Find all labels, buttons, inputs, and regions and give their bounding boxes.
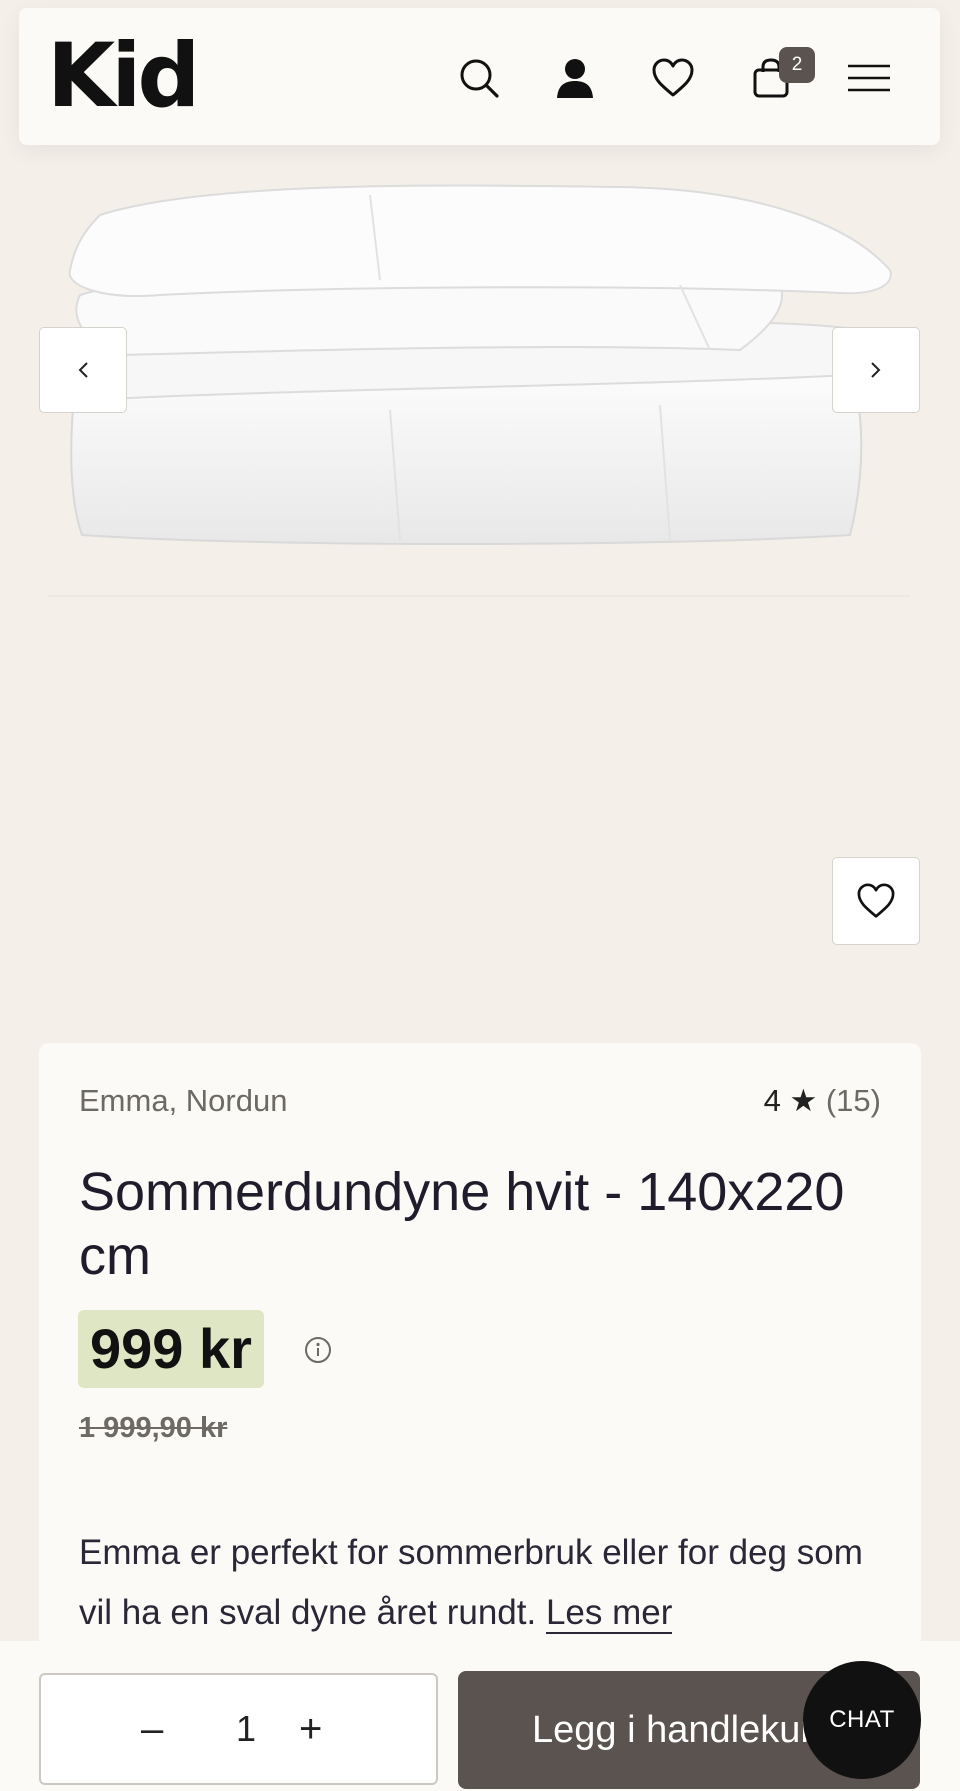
- image-divider: [48, 595, 910, 597]
- heart-icon[interactable]: [649, 54, 697, 102]
- add-to-cart-label: Legg i handlekurv: [532, 1709, 832, 1751]
- quantity-value[interactable]: 1: [236, 1675, 256, 1783]
- product-image[interactable]: [60, 175, 900, 555]
- original-price: 1 999,90 kr: [79, 1412, 228, 1444]
- chat-button[interactable]: CHAT: [803, 1661, 921, 1779]
- product-title: Sommerdundyne hvit - 140x220 cm: [79, 1162, 845, 1286]
- heart-icon: [857, 883, 895, 918]
- prev-image-button[interactable]: [39, 327, 127, 413]
- chevron-right-icon: [871, 362, 881, 378]
- read-more-link[interactable]: Les mer: [545, 1593, 673, 1634]
- search-icon[interactable]: [455, 54, 503, 102]
- chevron-left-icon: [78, 362, 88, 378]
- site-header: Kid 2: [19, 8, 940, 145]
- decrease-quantity-button[interactable]: –: [141, 1675, 163, 1783]
- add-to-wishlist-button[interactable]: [832, 857, 920, 945]
- product-brand[interactable]: Emma, Nordun: [79, 1083, 287, 1119]
- next-image-button[interactable]: [832, 327, 920, 413]
- info-icon[interactable]: [303, 1335, 333, 1365]
- logo[interactable]: Kid: [47, 30, 200, 122]
- product-description: Emma er perfekt for sommerbruk eller for…: [79, 1523, 899, 1643]
- product-gallery: [0, 145, 960, 1025]
- increase-quantity-button[interactable]: +: [299, 1675, 322, 1783]
- cart-count-badge: 2: [779, 47, 815, 83]
- menu-icon[interactable]: [845, 54, 893, 102]
- review-count: (15): [825, 1083, 881, 1118]
- product-rating[interactable]: 4 ★ (15): [764, 1083, 881, 1119]
- description-text: Emma er perfekt for sommerbruk eller for…: [79, 1533, 863, 1632]
- quantity-stepper: – 1 +: [39, 1673, 438, 1785]
- star-icon: ★: [789, 1083, 818, 1118]
- rating-value: 4: [763, 1083, 781, 1118]
- user-icon[interactable]: [551, 54, 599, 102]
- product-price: 999 kr: [78, 1310, 264, 1388]
